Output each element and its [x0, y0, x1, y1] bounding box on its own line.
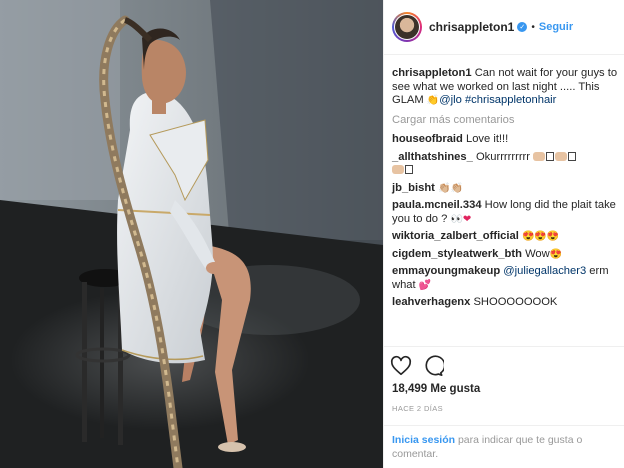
avatar[interactable]: [392, 12, 422, 42]
follow-button[interactable]: Seguir: [539, 21, 573, 33]
comment-username[interactable]: houseofbraid: [392, 133, 463, 145]
post-photo-art: [0, 0, 383, 468]
red-heart-emoji-icon: ❤: [462, 213, 472, 225]
comment-username[interactable]: wiktoria_zalbert_official: [392, 230, 519, 242]
post-header: chrisappleton1 ✓ • Seguir: [384, 0, 624, 55]
missing-glyph-icon: [546, 151, 555, 161]
header-username[interactable]: chrisappleton1: [429, 20, 514, 34]
clap-emoji-icon: [533, 151, 546, 161]
sparkling-heart-emoji-icon: 💕: [418, 279, 432, 291]
comment-item: houseofbraid Love it!!!: [392, 133, 618, 147]
smile-emoji-icon: 😍😍😍: [521, 231, 560, 242]
comment-username[interactable]: _allthatshines_: [392, 151, 473, 163]
comment-username[interactable]: cigdem_styleatwerk_bth: [392, 248, 522, 260]
comment-item: cigdem_styleatwerk_bth Wow😍: [392, 248, 618, 262]
post-actions: 18,499 Me gusta HACE 2 DÍAS Inicia sesió…: [384, 346, 624, 468]
comment-username[interactable]: jb_bisht: [392, 182, 435, 194]
heart-icon[interactable]: [390, 355, 412, 377]
caption-hashtag[interactable]: #chrisappletonhair: [465, 94, 556, 106]
comment-item: wiktoria_zalbert_official 😍😍😍: [392, 230, 618, 244]
comment-mention[interactable]: @juliegallacher3: [503, 265, 586, 277]
verified-badge-icon: ✓: [517, 22, 528, 32]
comment-username[interactable]: emmayoungmakeup: [392, 265, 500, 277]
comment-text: Okurrrrrrrrr: [475, 150, 531, 163]
comment-text: Wow: [525, 247, 550, 260]
comment-text: Love it!!!: [465, 133, 509, 145]
comment-item: _allthatshines_ Okurrrrrrrrr: [392, 151, 618, 178]
avatar-ring: [394, 14, 420, 40]
post-photo[interactable]: [0, 0, 383, 468]
caption-mention[interactable]: @jlo: [439, 94, 462, 106]
caption-username[interactable]: chrisappleton1: [392, 67, 472, 79]
clap-emoji-icon: 👏🏼👏🏼: [438, 182, 463, 194]
comment-item: jb_bisht 👏🏼👏🏼: [392, 182, 618, 196]
comment-icon[interactable]: [422, 355, 444, 377]
post-caption: chrisappleton1 Can not wait for your guy…: [392, 67, 618, 108]
clap-emoji-icon: [555, 151, 568, 161]
comment-item: emmayoungmakeup @juliegallacher3 erm wha…: [392, 265, 618, 292]
post-timestamp: HACE 2 DÍAS: [392, 404, 444, 413]
comment-item: leahverhagenx SHOOOOOOOK: [392, 296, 618, 310]
load-more-comments-link[interactable]: Cargar más comentarios: [392, 114, 618, 128]
clap-emoji-icon: 👏: [426, 95, 440, 106]
likes-count[interactable]: 18,499 Me gusta: [392, 383, 480, 395]
comment-username[interactable]: leahverhagenx: [392, 296, 470, 308]
action-icons: [390, 355, 444, 377]
post-side-panel: chrisappleton1 ✓ • Seguir chrisappleton1…: [383, 0, 624, 468]
clap-emoji-icon: [392, 165, 404, 174]
missing-glyph-icon: [568, 151, 577, 161]
comment-username[interactable]: paula.mcneil.334: [392, 199, 482, 211]
comment-item: paula.mcneil.334 How long did the plait …: [392, 199, 618, 226]
smile-emoji-icon: 😍: [549, 248, 563, 260]
comments-list: chrisappleton1 Can not wait for your guy…: [392, 67, 618, 314]
login-link[interactable]: Inicia sesión: [392, 434, 455, 446]
eyes-emoji-icon: 👀: [450, 213, 463, 225]
comment-text: SHOOOOOOOK: [473, 296, 558, 308]
login-prompt: Inicia sesión para indicar que te gusta …: [384, 425, 624, 468]
avatar-image: [395, 15, 419, 39]
missing-glyph-icon: [405, 165, 413, 174]
header-separator: •: [531, 21, 535, 33]
